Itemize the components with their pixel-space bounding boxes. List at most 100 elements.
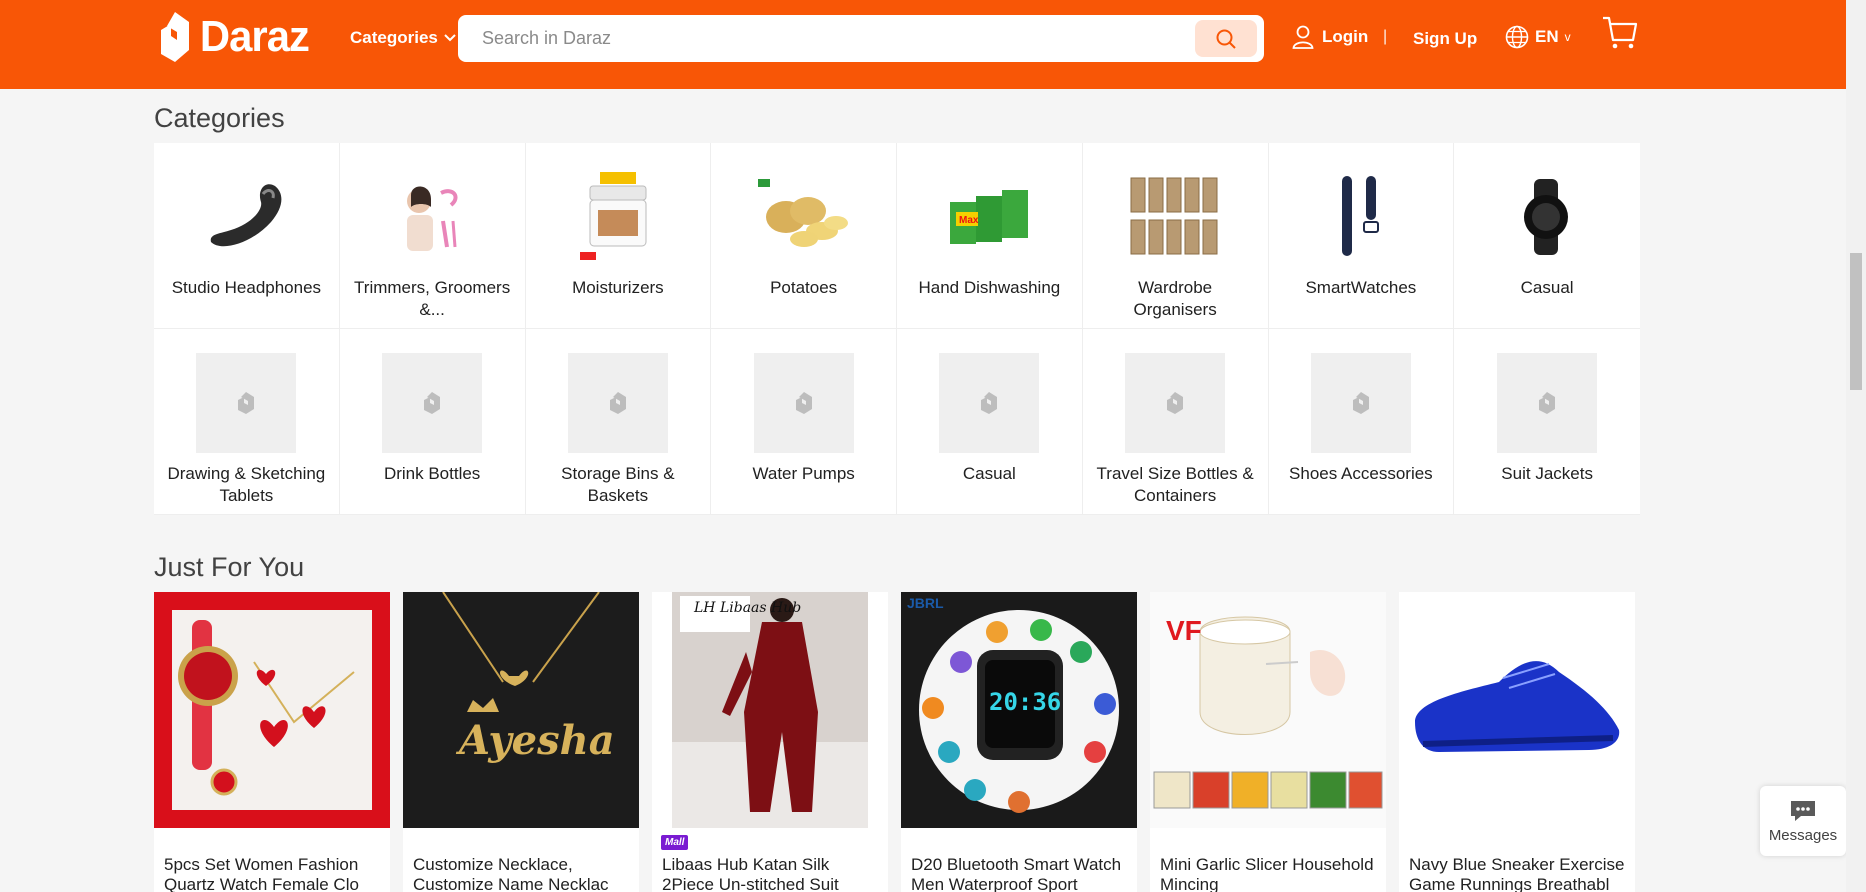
search-bar	[458, 15, 1264, 62]
cart-button[interactable]	[1602, 16, 1638, 55]
search-button[interactable]	[1195, 20, 1257, 57]
placeholder-icon	[567, 353, 668, 453]
top-header: Daraz Categories Login | Sign Up EN v	[0, 0, 1846, 89]
watch-strap-icon	[1311, 167, 1411, 267]
product-title: Libaas Hub Katan Silk 2Piece Un-stitched…	[662, 855, 839, 892]
categories-grid: Studio Headphones Trimmers, Groomers &..…	[154, 143, 1640, 515]
messages-widget[interactable]: Messages	[1760, 786, 1846, 856]
category-label: Shoes Accessories	[1289, 464, 1433, 483]
groomer-icon	[382, 167, 482, 267]
headset-icon	[196, 167, 296, 267]
daraz-logo[interactable]: Daraz	[159, 10, 312, 64]
potatoes-icon	[754, 167, 854, 267]
category-label: Drawing & Sketching Tablets	[167, 464, 326, 505]
category-label: Moisturizers	[572, 278, 664, 297]
product-image-smart-watch: 20:36 JBRL	[901, 592, 1137, 828]
category-shoes-accessories[interactable]: Shoes Accessories	[1268, 329, 1455, 515]
category-hand-dishwashing[interactable]: Max Hand Dishwashing	[897, 143, 1083, 329]
necklace-name-text: Ayesha	[455, 717, 615, 764]
organiser-bags-icon	[1125, 167, 1225, 267]
product-title: Navy Blue Sneaker Exercise Game Runnings…	[1409, 855, 1625, 892]
category-suit-jackets[interactable]: Suit Jackets	[1454, 329, 1640, 515]
placeholder-icon	[196, 353, 297, 453]
product-image-garlic-slicer: VF	[1150, 592, 1386, 828]
user-icon	[1292, 25, 1314, 49]
category-label: Casual	[962, 464, 1016, 483]
header-separator: |	[1383, 28, 1388, 45]
placeholder-icon	[1125, 353, 1226, 453]
category-casual[interactable]: Casual	[897, 329, 1083, 515]
category-label: Casual	[1520, 278, 1574, 297]
category-label: Wardrobe Organisers	[1133, 278, 1217, 319]
category-storage-bins[interactable]: Storage Bins & Baskets	[525, 329, 712, 515]
signup-link[interactable]: Sign Up	[1413, 29, 1477, 49]
login-label: Login	[1322, 27, 1369, 46]
placeholder-icon	[939, 353, 1040, 453]
product-title: Customize Necklace, Customize Name Neckl…	[413, 855, 609, 892]
category-moisturizers[interactable]: Moisturizers	[525, 143, 712, 329]
product-card[interactable]: Navy Blue Sneaker Exercise Game Runnings…	[1399, 592, 1635, 892]
category-casual-watch[interactable]: Casual	[1454, 143, 1640, 329]
scrollbar-thumb[interactable]	[1850, 253, 1862, 390]
category-label: Potatoes	[770, 278, 838, 297]
category-drawing-tablets[interactable]: Drawing & Sketching Tablets	[154, 329, 340, 515]
product-list: 5pcs Set Women Fashion Quartz Watch Fema…	[154, 592, 1635, 892]
category-water-pumps[interactable]: Water Pumps	[711, 329, 897, 515]
categories-dropdown-label: Categories	[350, 28, 438, 47]
placeholder-icon	[1310, 353, 1411, 453]
categories-dropdown[interactable]: Categories	[350, 28, 456, 48]
product-card[interactable]: VF Mini Garlic Slicer Household Mincing	[1150, 592, 1386, 892]
svg-text:20:36: 20:36	[989, 688, 1061, 716]
chevron-down-icon	[444, 34, 456, 42]
categories-section-title: Categories	[154, 103, 285, 133]
svg-text:LH Libaas Hub: LH Libaas Hub	[693, 600, 801, 616]
category-label: Hand Dishwashing	[918, 278, 1061, 297]
product-title: Mini Garlic Slicer Household Mincing	[1160, 855, 1374, 892]
category-wardrobe-organisers[interactable]: Wardrobe Organisers	[1082, 143, 1269, 329]
product-card[interactable]: LH Libaas Hub Mall Libaas Hub Katan Silk…	[652, 592, 888, 892]
language-caret: v	[1564, 30, 1571, 44]
category-label: Drink Bottles	[383, 464, 481, 483]
chat-bubble-icon	[1791, 800, 1815, 821]
language-selector[interactable]: EN v	[1505, 25, 1571, 49]
placeholder-icon	[382, 353, 483, 453]
category-label: Travel Size Bottles & Containers	[1096, 464, 1254, 505]
product-card[interactable]: 20:36 JBRL D20 Bluetooth Smart Watch Men…	[901, 592, 1137, 892]
category-travel-bottles[interactable]: Travel Size Bottles & Containers	[1082, 329, 1269, 515]
product-title: 5pcs Set Women Fashion Quartz Watch Fema…	[164, 855, 359, 892]
mall-badge: Mall	[661, 835, 689, 850]
category-trimmers[interactable]: Trimmers, Groomers &...	[339, 143, 526, 329]
search-icon	[1216, 29, 1236, 49]
placeholder-icon	[753, 353, 854, 453]
cart-icon	[1603, 16, 1638, 49]
category-label: SmartWatches	[1305, 278, 1417, 297]
category-label: Trimmers, Groomers &...	[354, 278, 511, 319]
globe-icon	[1505, 25, 1529, 49]
product-image-maroon-suit: LH Libaas Hub	[652, 592, 888, 828]
category-drink-bottles[interactable]: Drink Bottles	[339, 329, 526, 515]
messages-label: Messages	[1768, 826, 1838, 844]
svg-text:Max: Max	[959, 215, 979, 226]
category-label: Suit Jackets	[1501, 464, 1593, 483]
page-scrollbar[interactable]	[1846, 0, 1866, 892]
product-image-name-necklace: Ayesha	[403, 592, 639, 828]
category-potatoes[interactable]: Potatoes	[711, 143, 897, 329]
casual-watch-icon	[1497, 167, 1597, 267]
cream-jar-icon	[568, 167, 668, 267]
category-label: Studio Headphones	[171, 278, 322, 297]
search-input[interactable]	[458, 15, 1193, 62]
svg-text:JBRL: JBRL	[907, 595, 944, 611]
login-link[interactable]: Login	[1292, 25, 1368, 49]
category-label: Storage Bins & Baskets	[561, 464, 675, 505]
product-card[interactable]: Ayesha Customize Necklace, Customize Nam…	[403, 592, 639, 892]
category-label: Water Pumps	[752, 464, 855, 483]
category-studio-headphones[interactable]: Studio Headphones	[154, 143, 340, 329]
category-smartwatches[interactable]: SmartWatches	[1268, 143, 1455, 329]
just-for-you-title: Just For You	[154, 552, 305, 582]
product-image-blue-sneaker	[1399, 592, 1635, 828]
product-card[interactable]: 5pcs Set Women Fashion Quartz Watch Fema…	[154, 592, 390, 892]
daraz-logo-icon	[161, 12, 189, 62]
product-title: D20 Bluetooth Smart Watch Men Waterproof…	[911, 855, 1122, 892]
language-label: EN	[1535, 27, 1559, 46]
placeholder-icon	[1497, 353, 1598, 453]
